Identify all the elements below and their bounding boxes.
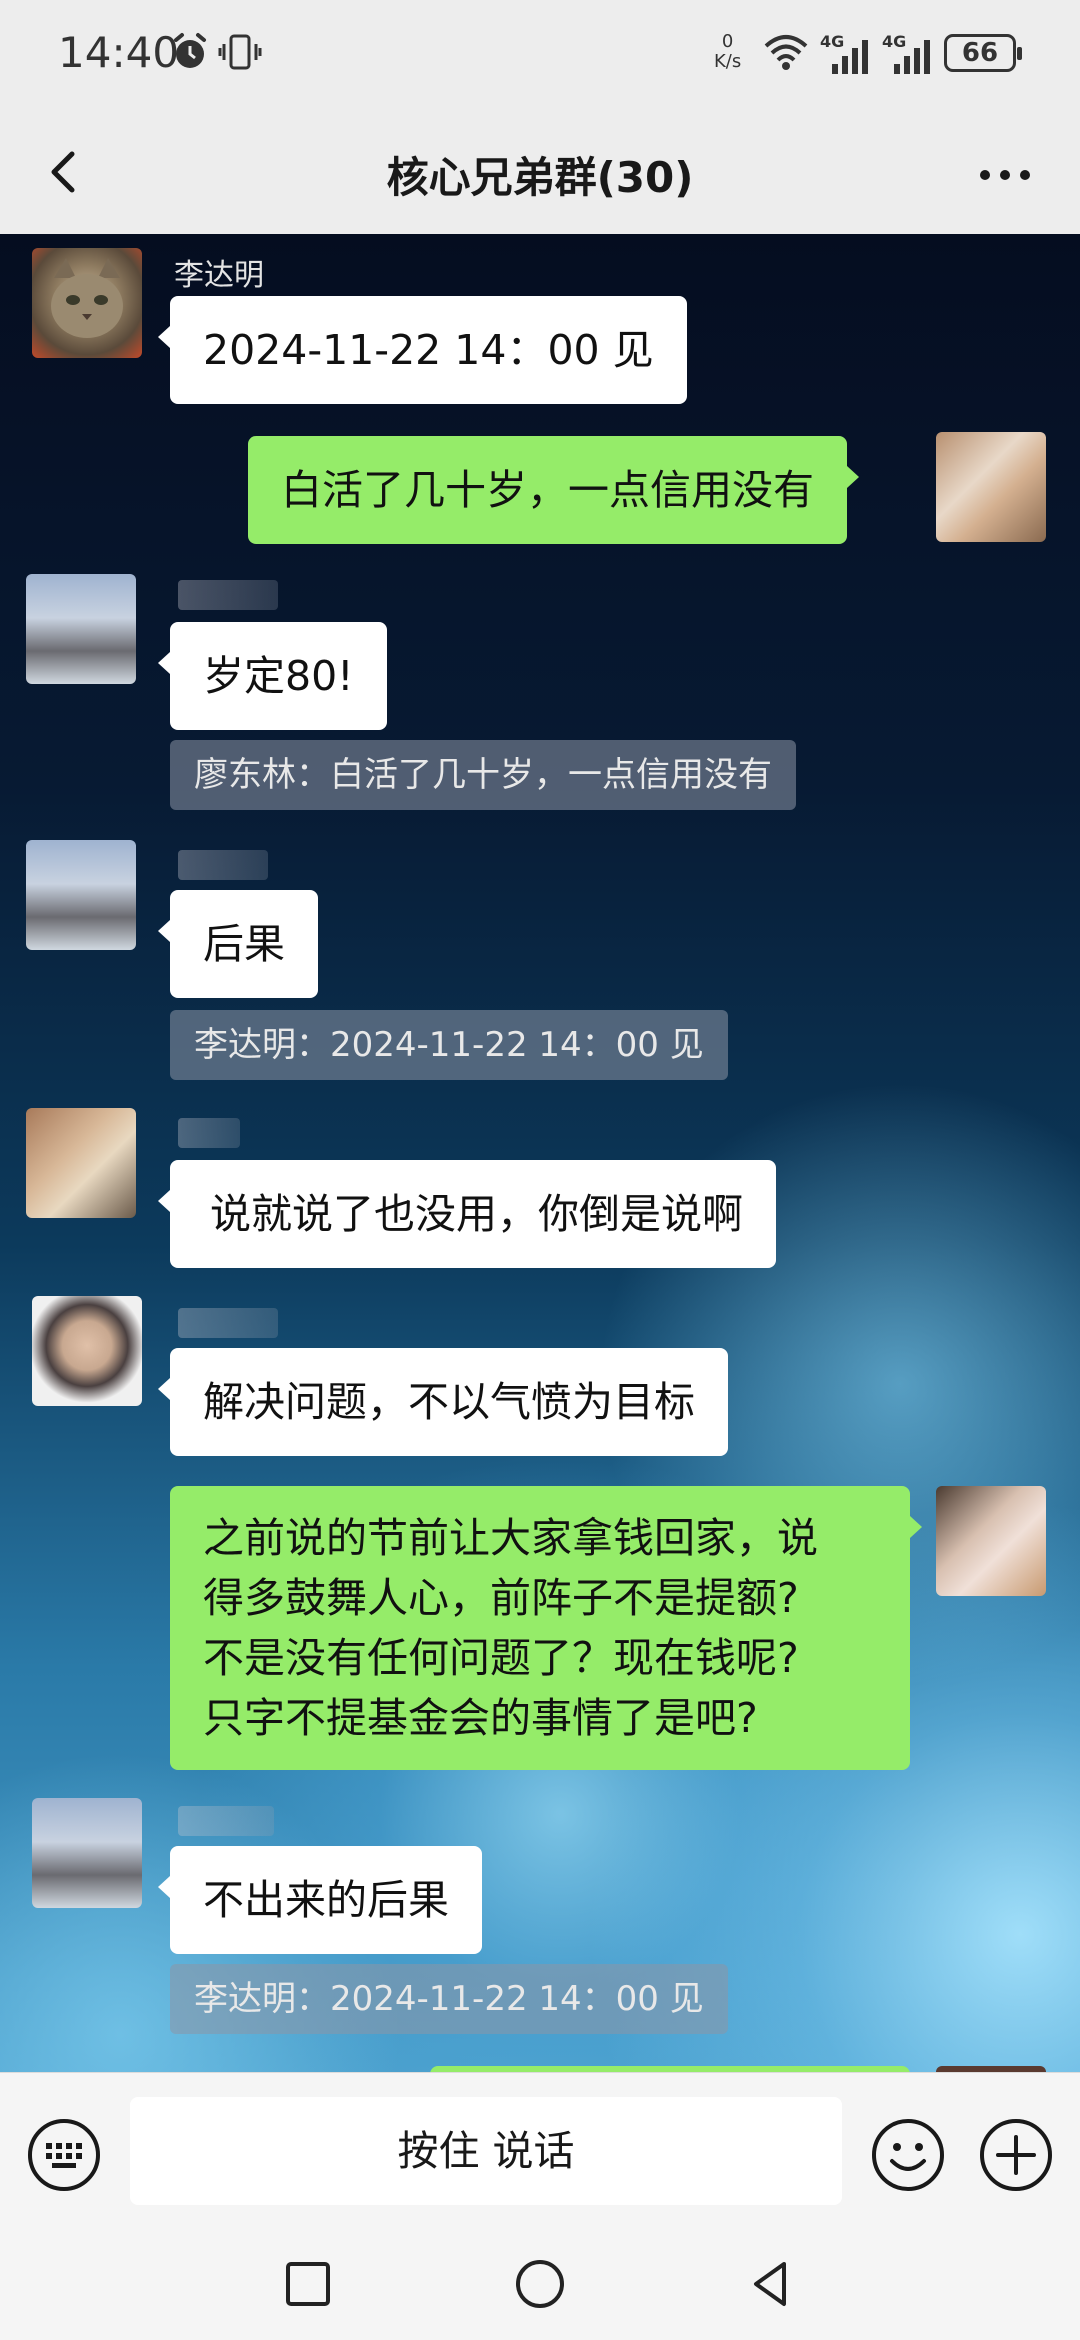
message-bubble[interactable]: 2024-11-22 14：00 见	[158, 296, 687, 404]
message-line: 只字不提基金会的事情了是吧?	[203, 1694, 758, 1742]
sender-name-blurred	[178, 580, 278, 610]
chat-title: 核心兄弟群(30)	[386, 153, 694, 202]
sender-name: 李达明	[174, 258, 264, 293]
status-bar: 14:40 0 K/s 4G 4G 66	[0, 0, 1080, 110]
avatar[interactable]	[32, 248, 142, 358]
input-bar: 按住 说话	[0, 2072, 1080, 2230]
quoted-message[interactable]: 廖东林：白活了几十岁，一点信用没有	[170, 740, 796, 810]
message-line: 得多鼓舞人心，前阵子不是提额?	[203, 1574, 799, 1622]
avatar[interactable]	[32, 1296, 142, 1406]
wifi-icon	[764, 35, 808, 70]
chat-header: 核心兄弟群(30)	[0, 110, 1080, 234]
message-line: 之前说的节前让大家拿钱回家，说	[203, 1514, 818, 1562]
message-bubble[interactable]: 说就说了也没用，你倒是说啊	[158, 1160, 776, 1268]
own-message-bubble[interactable]: 白活了几十岁，一点信用没有	[248, 436, 859, 544]
message-bubble[interactable]: 解决问题，不以气愤为目标	[158, 1348, 728, 1456]
network-speed-value: 0	[721, 31, 734, 52]
battery-indicator: 66	[944, 34, 1022, 72]
system-navigation-bar	[0, 2230, 1080, 2340]
more-options-button[interactable]	[970, 150, 1040, 200]
own-avatar[interactable]	[936, 1486, 1046, 1596]
message-bubble[interactable]: 不出来的后果	[158, 1846, 482, 1954]
sender-name-blurred	[178, 850, 268, 880]
own-message-bubble[interactable]: 之前说的节前让大家拿钱回家，说 得多鼓舞人心，前阵子不是提额? 不是没有任何问题…	[170, 1486, 922, 1770]
quoted-message[interactable]: 李达明：2024-11-22 14：00 见	[170, 1010, 728, 1080]
own-avatar[interactable]	[936, 432, 1046, 542]
home-button[interactable]	[508, 2252, 572, 2316]
signal-bars-2-icon	[894, 40, 930, 74]
more-functions-button[interactable]	[978, 2117, 1054, 2193]
hold-to-talk-button[interactable]: 按住 说话	[130, 2097, 842, 2205]
sender-name-blurred	[178, 1308, 278, 1338]
network-speed-unit: K/s	[714, 51, 742, 72]
avatar[interactable]	[32, 1798, 142, 1908]
alarm-icon	[174, 33, 206, 68]
vibrate-icon	[218, 34, 262, 70]
message-bubble[interactable]: 岁定80!	[158, 622, 387, 730]
sender-name-blurred	[178, 1806, 274, 1836]
avatar[interactable]	[26, 574, 136, 684]
sender-name-blurred	[178, 1118, 240, 1148]
cat-avatar-icon	[51, 258, 123, 338]
network-speed: 0 K/s	[714, 32, 741, 72]
chat-message-area[interactable]: 李达明 2024-11-22 14：00 见 白活了几十岁，一点信用没有 岁定8…	[0, 234, 1080, 2072]
quoted-message[interactable]: 李达明：2024-11-22 14：00 见	[170, 1964, 728, 2034]
avatar[interactable]	[26, 840, 136, 950]
system-back-button[interactable]	[738, 2252, 802, 2316]
clock: 14:40	[58, 28, 180, 77]
message-bubble[interactable]: 后果	[158, 890, 318, 998]
emoji-button[interactable]	[870, 2117, 946, 2193]
avatar[interactable]	[26, 1108, 136, 1218]
signal-bars-1-icon	[832, 40, 868, 74]
message-line: 不是没有任何问题了？现在钱呢?	[203, 1634, 799, 1682]
keyboard-toggle-button[interactable]	[26, 2117, 102, 2193]
recent-apps-button[interactable]	[276, 2252, 340, 2316]
